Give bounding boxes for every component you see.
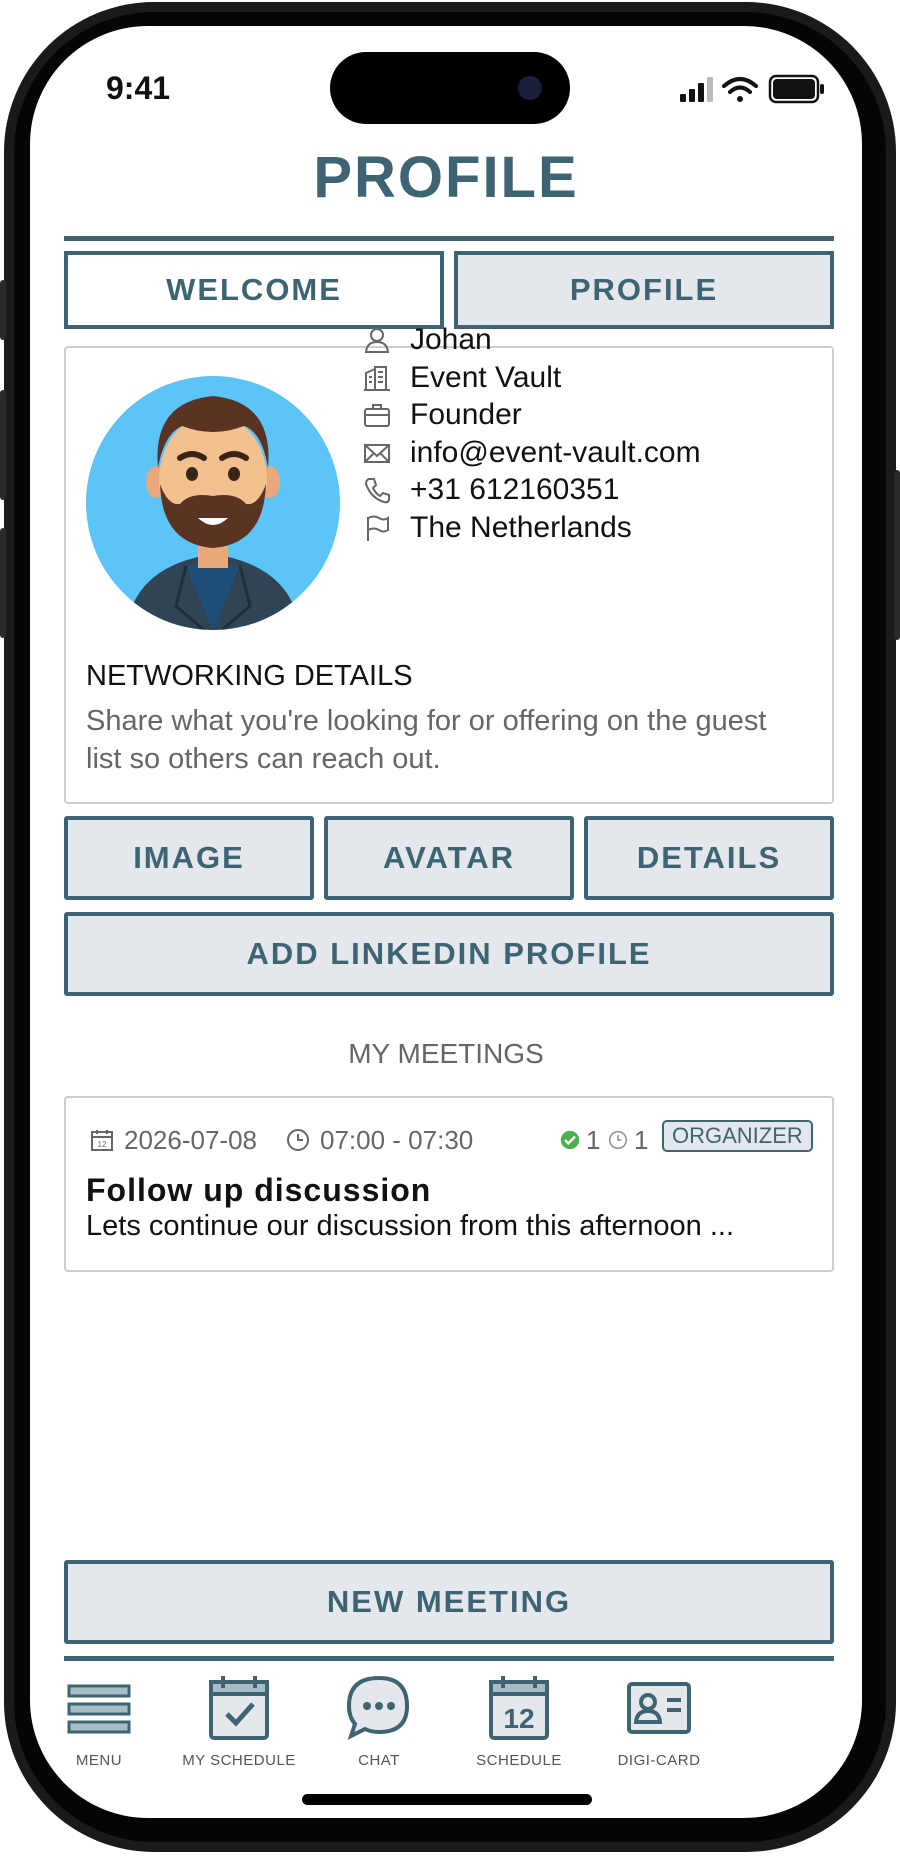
- meeting-date-text: 2026-07-08: [124, 1124, 257, 1155]
- nav-my-schedule[interactable]: MY SCHEDULE: [164, 1672, 314, 1769]
- avatar[interactable]: [86, 376, 340, 630]
- meeting-time: 07:00 - 07:30: [286, 1120, 473, 1160]
- volume-up-button: [0, 390, 6, 500]
- nav-chat[interactable]: CHAT: [304, 1672, 454, 1769]
- status-icons: [680, 74, 824, 104]
- chat-bubble-icon: [346, 1675, 410, 1740]
- nav-chat-label: CHAT: [358, 1752, 400, 1769]
- nav-schedule[interactable]: 12 SCHEDULE: [444, 1672, 594, 1769]
- meeting-accepted: 1: [560, 1120, 600, 1160]
- wifi-icon: [722, 77, 758, 102]
- profile-email[interactable]: info@event-vault.com: [410, 436, 701, 470]
- briefcase-icon: [364, 404, 390, 427]
- phone-icon: [364, 478, 390, 504]
- home-indicator[interactable]: [302, 1794, 592, 1805]
- hamburger-icon: [67, 1684, 131, 1734]
- calendar-small-icon: 12: [91, 1130, 113, 1151]
- volume-down-button: [0, 528, 6, 638]
- silent-switch: [0, 280, 6, 340]
- building-icon: [364, 366, 390, 391]
- meeting-date: 12 2026-07-08: [90, 1120, 257, 1160]
- battery-icon: [768, 74, 824, 104]
- organizer-badge: ORGANIZER: [662, 1120, 813, 1152]
- pending-count: 1: [634, 1124, 649, 1155]
- id-card-icon: [627, 1682, 691, 1734]
- camera-icon: [518, 76, 542, 100]
- check-circle-icon: [560, 1130, 580, 1150]
- new-meeting-button[interactable]: NEW MEETING: [64, 1560, 834, 1644]
- avatar-illustration: [126, 396, 300, 630]
- profile-country-row: The Netherlands: [362, 506, 632, 550]
- nav-menu-label: MENU: [75, 1752, 123, 1769]
- add-linkedin-button[interactable]: ADD LINKEDIN PROFILE: [64, 912, 834, 996]
- pending-clock-icon: [608, 1130, 628, 1150]
- image-button[interactable]: IMAGE: [64, 816, 314, 900]
- profile-company: Event Vault: [410, 361, 562, 394]
- meeting-time-text: 07:00 - 07:30: [320, 1124, 474, 1155]
- nav-digi-card[interactable]: DIGI-CARD: [584, 1672, 734, 1769]
- profile-role: Founder: [410, 398, 522, 431]
- networking-title: NETWORKING DETAILS: [86, 660, 413, 692]
- flag-icon: [367, 515, 389, 541]
- meeting-description: Lets continue our discussion from this a…: [86, 1210, 735, 1242]
- title-divider: [64, 236, 834, 241]
- nav-schedule-label: SCHEDULE: [476, 1752, 562, 1769]
- nav-menu[interactable]: MENU: [30, 1672, 174, 1769]
- meeting-title: Follow up discussion: [86, 1172, 432, 1208]
- networking-text: Share what you're looking for or offerin…: [86, 705, 767, 775]
- nav-my-schedule-label: MY SCHEDULE: [182, 1752, 296, 1769]
- accepted-count: 1: [586, 1124, 601, 1155]
- nav-digi-card-label: DIGI-CARD: [617, 1752, 701, 1769]
- profile-country: The Netherlands: [410, 511, 632, 544]
- cellular-signal-icon: [680, 77, 713, 102]
- user-icon: [364, 328, 390, 353]
- svg-text:12: 12: [98, 1140, 107, 1149]
- profile-name: Johan: [410, 323, 492, 356]
- screen: 9:41 PROFILE WELCOME PROFILE Johan Event…: [30, 26, 862, 1818]
- status-time: 9:41: [106, 70, 171, 106]
- page-title: PROFILE: [313, 145, 579, 210]
- calendar-check-icon: [209, 1676, 269, 1740]
- clock-icon: [287, 1129, 309, 1151]
- nav-divider: [64, 1656, 834, 1661]
- calendar-day-number: 12: [503, 1703, 534, 1734]
- details-button[interactable]: DETAILS: [584, 816, 834, 900]
- meetings-heading: MY MEETINGS: [348, 1038, 544, 1069]
- tab-profile[interactable]: PROFILE: [454, 251, 834, 329]
- profile-phone[interactable]: +31 612160351: [410, 473, 619, 507]
- meeting-pending: 1: [608, 1120, 648, 1160]
- avatar-button[interactable]: AVATAR: [324, 816, 574, 900]
- mail-icon: [364, 444, 390, 463]
- calendar-icon: 12: [489, 1676, 549, 1740]
- power-button: [894, 470, 900, 640]
